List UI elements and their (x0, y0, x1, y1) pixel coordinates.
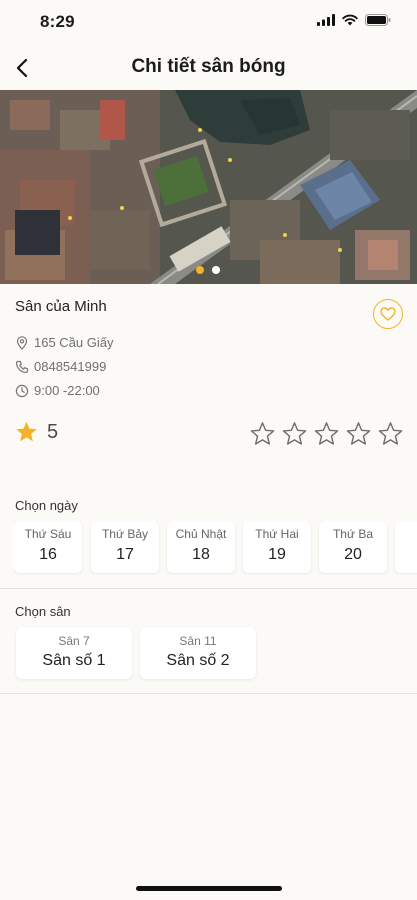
star-outline-icon (314, 421, 339, 445)
date-number: 18 (192, 546, 210, 563)
star-outline-icon (346, 421, 371, 445)
venue-aerial-photo (0, 90, 417, 284)
hours-text: 9:00 -22:00 (34, 383, 100, 398)
rating-value: 5 (47, 420, 59, 443)
date-day-label: Thứ Bảy (101, 527, 149, 541)
choose-court-title: Chọn sân (15, 604, 71, 619)
hours-row: 9:00 -22:00 (15, 383, 100, 398)
carousel-dots (196, 266, 220, 274)
phone-icon (15, 360, 29, 373)
clock-icon (15, 384, 29, 397)
wifi-icon (342, 14, 358, 26)
date-option[interactable]: Thứ Hai 19 (243, 521, 311, 573)
date-number: 20 (344, 546, 362, 563)
date-option[interactable]: Chủ Nhật 18 (167, 521, 235, 573)
date-number: 16 (39, 546, 57, 563)
court-option[interactable]: Sân 7 Sân số 1 (16, 627, 132, 679)
date-option[interactable]: T (395, 521, 417, 573)
date-option[interactable]: Thứ Ba 20 (319, 521, 387, 573)
home-indicator[interactable] (136, 886, 282, 891)
nav-bar: Chi tiết sân bóng (0, 46, 417, 90)
venue-photo-carousel[interactable] (0, 90, 417, 284)
heart-icon (380, 307, 396, 321)
court-size-label: Sân 11 (179, 634, 217, 648)
star-filled-icon (16, 421, 37, 442)
carousel-dot[interactable] (196, 266, 204, 274)
choose-date-title: Chọn ngày (15, 498, 78, 513)
divider (0, 588, 417, 589)
phone-row: 0848541999 (15, 359, 106, 374)
rating-summary: 5 (14, 420, 58, 444)
status-icons (317, 14, 391, 26)
address-row: 165 Cầu Giấy (15, 335, 114, 350)
rate-star-1[interactable] (248, 419, 277, 448)
status-time: 8:29 (40, 12, 75, 31)
rate-stars (248, 419, 405, 448)
court-name: Sân số 1 (42, 652, 106, 669)
date-day-label: Thứ Sáu (24, 527, 72, 541)
star-outline-icon (378, 421, 403, 445)
phone-text: 0848541999 (34, 359, 107, 374)
rate-star-5[interactable] (376, 419, 405, 448)
battery-icon (365, 14, 391, 26)
rate-star-3[interactable] (312, 419, 341, 448)
date-day-label: Chủ Nhật (175, 527, 227, 541)
location-pin-icon (16, 335, 28, 350)
page-title: Chi tiết sân bóng (131, 56, 286, 77)
date-day-label: Thứ Hai (255, 527, 299, 541)
status-bar: 8:29 (0, 0, 417, 46)
address-text: 165 Cầu Giấy (34, 335, 114, 350)
date-day-label: Thứ Ba (332, 527, 374, 541)
date-option[interactable]: Thứ Bảy 17 (91, 521, 159, 573)
court-option[interactable]: Sân 11 Sân số 2 (140, 627, 256, 679)
star-outline-icon (282, 421, 307, 445)
date-option[interactable]: Thứ Sáu 16 (14, 521, 82, 573)
date-number: 17 (116, 546, 134, 563)
star-outline-icon (250, 421, 275, 445)
favorite-button[interactable] (373, 299, 403, 329)
venue-name: Sân của Minh (15, 298, 107, 315)
carousel-dot[interactable] (212, 266, 220, 274)
signal-icon (317, 14, 335, 26)
date-number: 19 (268, 546, 286, 563)
court-size-label: Sân 7 (58, 634, 90, 648)
rate-star-4[interactable] (344, 419, 373, 448)
date-picker[interactable]: Thứ Sáu 16 Thứ Bảy 17 Chủ Nhật 18 Thứ Ha… (14, 521, 417, 575)
court-name: Sân số 2 (166, 652, 230, 669)
divider (0, 693, 417, 694)
date-day-label: T (395, 527, 417, 541)
rate-star-2[interactable] (280, 419, 309, 448)
